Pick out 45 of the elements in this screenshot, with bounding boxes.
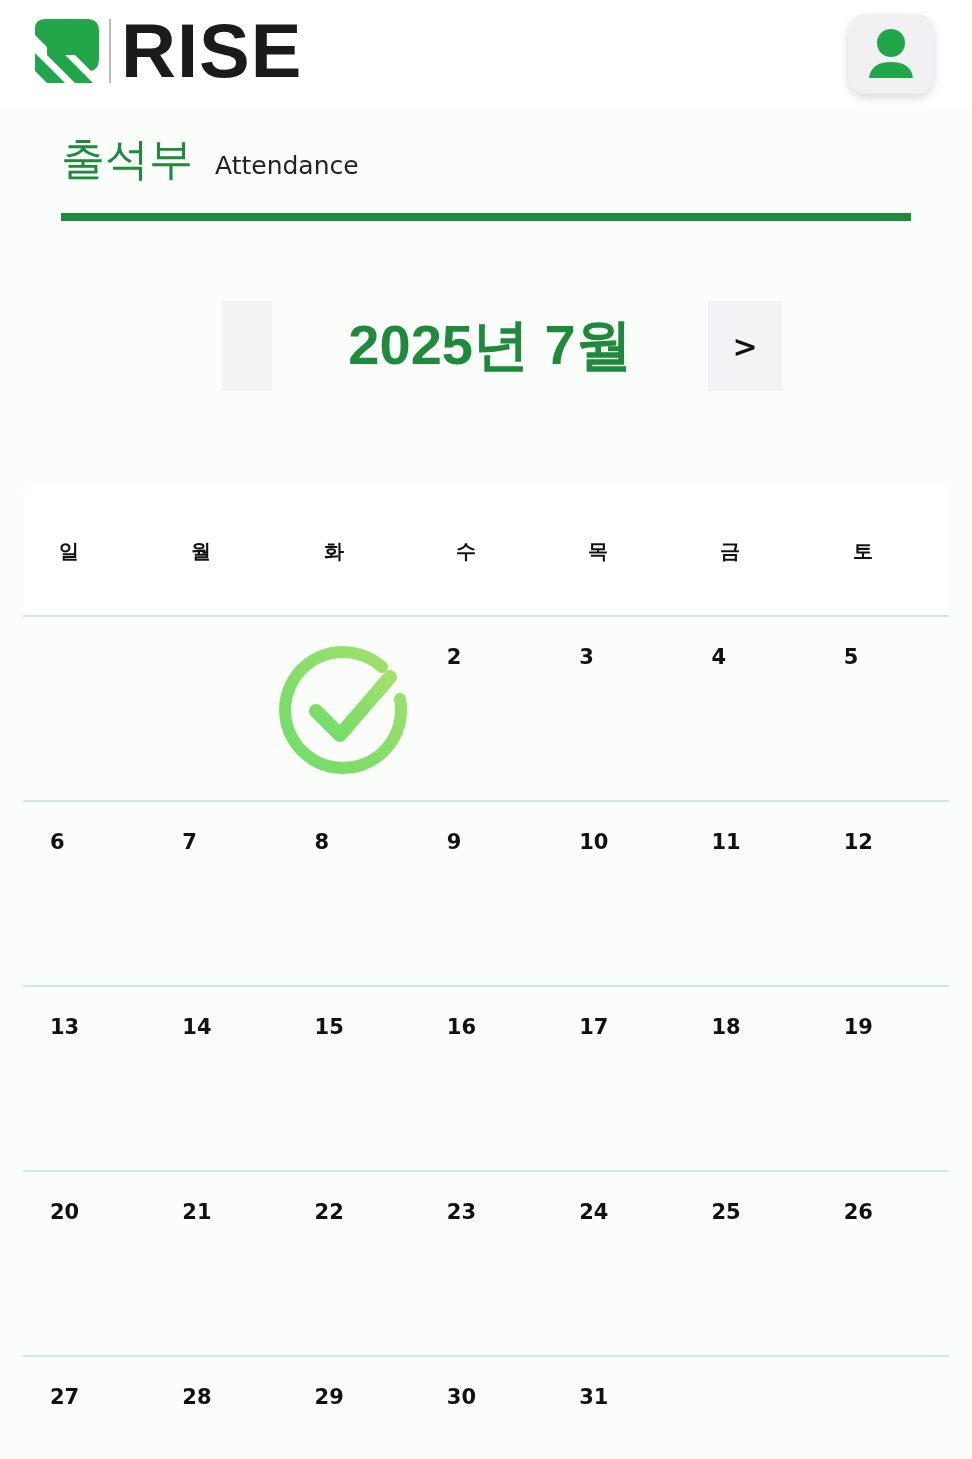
weekday-label: 화 (323, 538, 344, 563)
day-number: 4 (711, 645, 727, 669)
weekday-label: 토 (852, 538, 873, 563)
weekday-label: 목 (588, 538, 609, 563)
day-number: 28 (182, 1385, 212, 1409)
day-number: 27 (50, 1385, 80, 1409)
day-number: 17 (579, 1015, 609, 1039)
day-number: 30 (446, 1385, 477, 1409)
day-number: 29 (314, 1385, 344, 1409)
day-number: 7 (182, 830, 197, 854)
day-number: 16 (446, 1015, 477, 1039)
day-number: 24 (579, 1200, 609, 1224)
next-month-button[interactable]: > (708, 301, 782, 391)
day-number: 8 (314, 830, 330, 854)
day-number: 22 (314, 1200, 344, 1224)
day-number: 14 (182, 1015, 212, 1039)
month-title: 2025년 7월 (347, 312, 633, 378)
page-title: 출석부 (61, 132, 193, 186)
day-number: 23 (446, 1200, 477, 1224)
weekday-label: 월 (191, 538, 212, 563)
day-number: 11 (711, 830, 741, 854)
day-number: 15 (314, 1015, 344, 1039)
weekday-label: 일 (59, 538, 79, 563)
page-subtitle: Attendance (215, 151, 359, 180)
day-number: 2 (446, 645, 462, 669)
weekday-label: 수 (455, 538, 476, 563)
day-number: 12 (843, 830, 873, 854)
weekday-label: 금 (720, 538, 741, 563)
user-icon (867, 28, 915, 80)
day-number: 20 (50, 1200, 80, 1224)
day-number: 10 (579, 830, 609, 854)
day-number: 3 (579, 645, 594, 669)
day-number: 31 (579, 1385, 609, 1409)
logo-icon (35, 19, 99, 83)
logo-text: RISE (121, 18, 303, 84)
day-number: 5 (843, 645, 859, 669)
profile-button[interactable] (848, 14, 934, 94)
day-number: 19 (843, 1015, 873, 1039)
day-number: 25 (711, 1200, 741, 1224)
day-number: 21 (182, 1200, 212, 1224)
day-number: 18 (711, 1015, 741, 1039)
day-number: 26 (843, 1200, 873, 1224)
day-number: 13 (50, 1015, 80, 1039)
day-number: 9 (446, 830, 462, 854)
day-number: 6 (50, 830, 65, 854)
